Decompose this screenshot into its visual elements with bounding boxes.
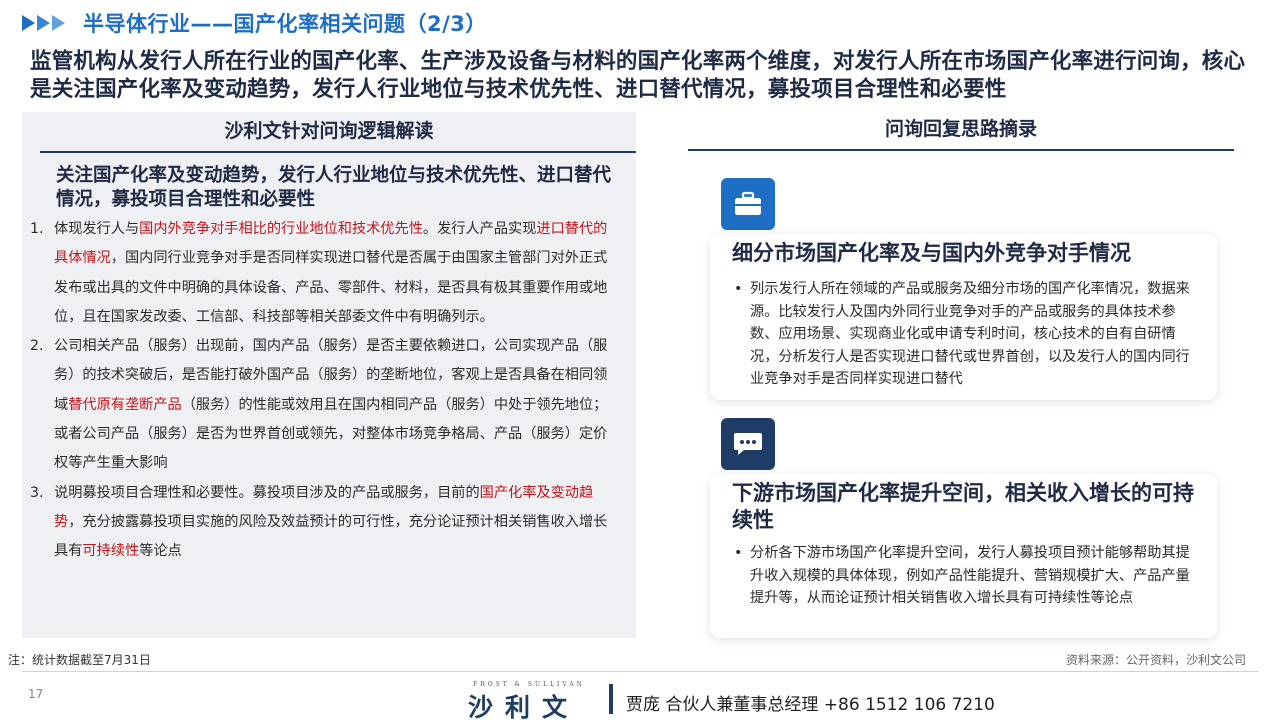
right-panel-heading: 问询回复思路摘录 bbox=[884, 118, 1037, 140]
footer-divider bbox=[22, 671, 1258, 672]
point-text: 说明募投项目合理性和必要性。募投项目涉及的产品或服务，目前的 bbox=[54, 484, 480, 501]
interpretation-point: 3. 说明募投项目合理性和必要性。募投项目涉及的产品或服务，目前的国产化率及变动趋… bbox=[30, 479, 616, 567]
point-text: 体现发行人与 bbox=[54, 221, 140, 237]
point-number: 3. bbox=[30, 484, 44, 501]
card-title: 细分市场国产化率及与国内外竞争对手情况 bbox=[732, 241, 1131, 265]
card-body: • 分析各下游市场国产化率提升空间，发行人募投项目预计能够帮助其提升收入规模的具… bbox=[732, 542, 1202, 610]
title-row: 半导体行业——国产化率相关问题（2/3） bbox=[22, 8, 487, 38]
interpretation-point: 1. 体现发行人与国内外竞争对手相比的行业地位和技术优先性。发行人产品实现进口替代… bbox=[30, 215, 616, 332]
briefcase-icon bbox=[721, 178, 775, 230]
headline: 监管机构从发行人所在行业的国产化率、生产涉及设备与材料的国产化率两个维度，对发行… bbox=[30, 49, 1246, 102]
card-body: • 列示发行人所在领域的产品或服务及细分市场的国产化率情况，数据来源。比较发行人… bbox=[732, 278, 1202, 391]
highlighted-text: 替代原有垄断产品 bbox=[68, 396, 182, 413]
highlighted-text: 国内外竞争对手相比的行业地位和技术优先性 bbox=[139, 221, 423, 237]
left-panel-heading: 沙利文针对问询逻辑解读 bbox=[224, 120, 434, 142]
contact-info: 贾庞 合伙人兼董事总经理 +86 1512 106 7210 bbox=[626, 695, 995, 715]
page-title: 半导体行业——国产化率相关问题（2/3） bbox=[83, 12, 487, 36]
card-downstream-growth: 下游市场国产化率提升空间，相关收入增长的可持续性 • 分析各下游市场国产化率提升… bbox=[710, 474, 1217, 638]
card-body-text: 分析各下游市场国产化率提升空间，发行人募投项目预计能够帮助其提升收入规模的具体体… bbox=[750, 545, 1190, 606]
brand-separator bbox=[609, 684, 613, 714]
left-panel-subheading: 关注国产化率及变动趋势，发行人行业地位与技术优先性、进口替代情况，募投项目合理性… bbox=[56, 165, 612, 210]
card-market-localization: 细分市场国产化率及与国内外竞争对手情况 • 列示发行人所在领域的产品或服务及细分… bbox=[710, 234, 1217, 400]
point-text: ，国内同行业竞争对手是否同样实现进口替代是否属于由国家主管部门对外正式发布或出具… bbox=[54, 250, 608, 325]
source-note: 资料来源：公开资料，沙利文公司 bbox=[1065, 653, 1246, 667]
footnote: 注：统计数据截至7月31日 bbox=[8, 653, 151, 667]
left-panel: 沙利文针对问询逻辑解读 关注国产化率及变动趋势，发行人行业地位与技术优先性、进口… bbox=[22, 112, 636, 638]
left-divider bbox=[40, 151, 636, 153]
bullet-icon: • bbox=[734, 545, 743, 561]
card-body-text: 列示发行人所在领域的产品或服务及细分市场的国产化率情况，数据来源。比较发行人及国… bbox=[750, 281, 1190, 387]
bullet-icon: • bbox=[734, 281, 743, 297]
page-number: 17 bbox=[28, 687, 44, 701]
brand-english-logo: FROST & SULLIVAN bbox=[473, 681, 585, 688]
interpretation-point: 2. 公司相关产品（服务）出现前，国内产品（服务）是否主要依赖进口，公司实现产品（… bbox=[30, 332, 616, 478]
highlighted-text: 可持续性 bbox=[82, 543, 140, 560]
chat-bubble-icon bbox=[721, 418, 775, 470]
point-text: 等论点 bbox=[139, 543, 182, 560]
chevron-arrows-icon bbox=[22, 15, 67, 31]
point-number: 1. bbox=[30, 221, 44, 237]
brand-logo: 沙利文 bbox=[468, 693, 580, 720]
point-text: 。发行人产品实现 bbox=[422, 221, 537, 237]
point-number: 2. bbox=[30, 338, 44, 355]
right-divider bbox=[688, 149, 1234, 151]
interpretation-points-list: 1. 体现发行人与国内外竞争对手相比的行业地位和技术优先性。发行人产品实现进口替代… bbox=[30, 215, 616, 567]
card-title: 下游市场国产化率提升空间，相关收入增长的可持续性 bbox=[732, 481, 1194, 532]
